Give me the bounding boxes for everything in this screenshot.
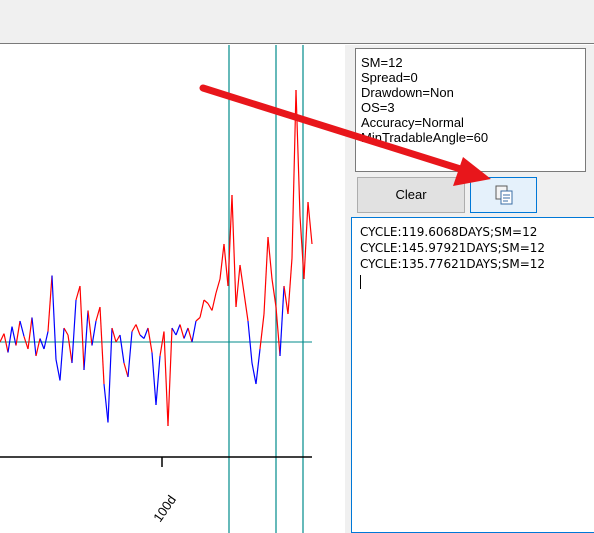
param-line: SM=12 <box>361 55 403 70</box>
series-segment <box>135 324 141 336</box>
series-segment <box>231 194 237 308</box>
series-segment <box>115 334 121 343</box>
param-line: Spread=0 <box>361 70 418 85</box>
series-segment <box>139 334 145 339</box>
series-segment <box>55 359 61 381</box>
parameters-box: SM=12 Spread=0 Drawdown=Non OS=3 Accurac… <box>355 48 586 172</box>
series-segment <box>127 331 133 378</box>
series-segment <box>19 320 25 337</box>
series-segment <box>67 334 73 364</box>
series-segment <box>171 327 177 336</box>
series-segment <box>195 317 201 322</box>
param-line: Drawdown=Non <box>361 85 454 100</box>
series-segment <box>103 383 109 423</box>
series-segment <box>279 285 285 357</box>
series-segment <box>147 327 153 353</box>
series-segment <box>235 264 241 308</box>
series-segment <box>7 326 13 353</box>
series-segment <box>187 327 193 343</box>
series-segment <box>283 285 289 315</box>
series-segment <box>155 355 161 406</box>
series-segment <box>83 310 89 371</box>
series-segment <box>3 333 9 353</box>
x-tick-label: 100d <box>150 492 179 524</box>
clear-button[interactable]: Clear <box>357 177 465 213</box>
series-segment <box>87 310 93 346</box>
cycle-chart: 100d <box>0 45 313 533</box>
text-caret <box>360 275 361 289</box>
series-segment <box>0 333 5 343</box>
param-line: Accuracy=Normal <box>361 115 464 130</box>
log-line: CYCLE:145.97921DAYS;SM=12 <box>360 241 546 255</box>
series-segment <box>119 334 125 364</box>
copy-button[interactable] <box>470 177 537 213</box>
series-segment <box>39 338 45 350</box>
series-segment <box>175 324 181 336</box>
series-segment <box>23 336 29 350</box>
series-segment <box>307 201 313 245</box>
series-segment <box>51 275 57 360</box>
window-titlebar <box>0 0 594 44</box>
series-segment <box>295 89 301 217</box>
log-line: CYCLE:119.6068DAYS;SM=12 <box>360 225 538 239</box>
param-line: MinTradableAngle=60 <box>361 130 489 145</box>
series-segment <box>11 326 17 346</box>
series-segment <box>159 331 165 357</box>
series-segment <box>267 236 273 280</box>
series-segment <box>215 278 221 294</box>
series-segment <box>131 324 137 332</box>
series-segment <box>31 317 37 357</box>
series-segment <box>123 362 129 378</box>
series-segment <box>219 243 225 280</box>
series-segment <box>95 306 101 322</box>
series-segment <box>259 313 265 350</box>
series-segment <box>303 201 309 280</box>
series-segment <box>75 285 81 301</box>
cycle-log-textbox[interactable]: CYCLE:119.6068DAYS;SM=12 CYCLE:145.97921… <box>351 217 594 533</box>
copy-icon <box>495 185 512 205</box>
series-segment <box>183 327 189 339</box>
chart-area[interactable]: 100d <box>0 45 345 533</box>
series-segment <box>151 352 157 406</box>
series-segment <box>191 320 197 343</box>
series-segment <box>79 285 85 371</box>
series-segment <box>287 257 293 315</box>
log-line: CYCLE:135.77621DAYS;SM=12 <box>360 257 546 271</box>
series-segment <box>43 331 49 350</box>
series-segment <box>167 327 173 427</box>
series-segment <box>255 348 261 385</box>
series-segment <box>199 299 205 318</box>
series-segment <box>239 264 245 294</box>
series-segment <box>63 327 69 336</box>
series-segment <box>203 299 209 304</box>
series-segment <box>179 324 185 339</box>
series-segment <box>99 306 105 385</box>
series-segment <box>111 327 117 343</box>
series-segment <box>143 327 149 339</box>
series-segment <box>35 338 41 357</box>
series-segment <box>243 292 249 322</box>
series-segment <box>251 362 257 385</box>
series-segment <box>27 317 33 350</box>
series-segment <box>263 236 269 315</box>
series-segment <box>223 243 229 287</box>
series-segment <box>291 89 297 259</box>
series-segment <box>211 292 217 311</box>
series-segment <box>47 275 53 332</box>
series-segment <box>59 327 65 381</box>
series-segment <box>71 299 77 364</box>
series-segment <box>207 303 213 311</box>
param-line: OS=3 <box>361 100 395 115</box>
clear-button-label: Clear <box>395 187 427 202</box>
series-segment <box>163 331 169 427</box>
